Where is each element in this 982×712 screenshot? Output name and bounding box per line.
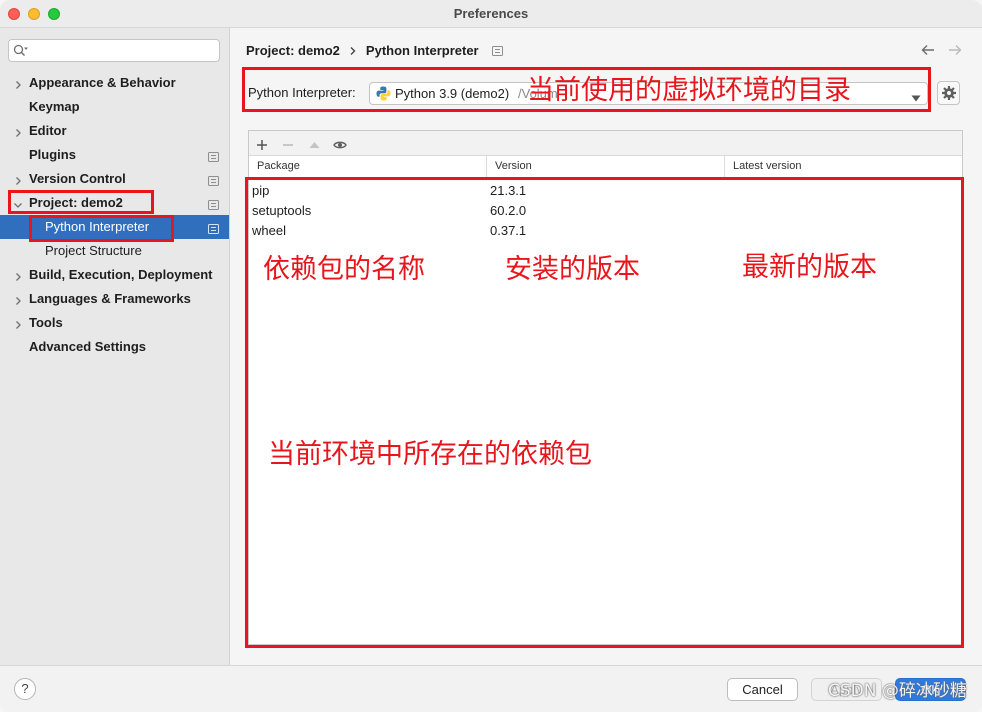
upgrade-icon[interactable] xyxy=(309,138,320,153)
cancel-button[interactable]: Cancel xyxy=(727,678,798,701)
package-name: wheel xyxy=(252,223,286,238)
sidebar-item-plugins[interactable]: Plugins xyxy=(0,143,229,167)
package-name: pip xyxy=(252,183,270,198)
sidebar-item-project[interactable]: Project: demo2 xyxy=(0,191,229,215)
interpreter-dropdown[interactable]: Python 3.9 (demo2) /Volum xyxy=(369,82,928,105)
packages-table: Package Version Latest version pip 21.3.… xyxy=(248,130,963,645)
sidebar-item-advanced-settings[interactable]: Advanced Settings xyxy=(0,335,229,359)
sidebar-item-editor[interactable]: Editor xyxy=(0,119,229,143)
sidebar-item-label: Keymap xyxy=(29,99,80,114)
settings-scope-icon xyxy=(208,174,219,186)
interpreter-selected-value: Python 3.9 (demo2) xyxy=(395,86,510,101)
interpreter-path: /Volum xyxy=(518,86,558,101)
chevron-right-icon[interactable] xyxy=(13,318,23,329)
python-icon xyxy=(376,86,391,101)
sidebar-item-label: Project: demo2 xyxy=(29,195,123,210)
search-icon[interactable] xyxy=(13,44,29,58)
sidebar-item-label: Languages & Frameworks xyxy=(29,291,191,306)
sidebar-item-label: Build, Execution, Deployment xyxy=(29,267,213,282)
maximize-window-button[interactable] xyxy=(48,8,60,20)
interpreter-settings-button[interactable] xyxy=(937,81,960,105)
column-header-latest-version[interactable]: Latest version xyxy=(725,156,962,177)
settings-scope-icon xyxy=(208,150,219,162)
forward-arrow-icon[interactable] xyxy=(948,44,962,56)
minimize-window-button[interactable] xyxy=(28,8,40,20)
sidebar-item-project-structure[interactable]: Project Structure xyxy=(0,239,229,263)
package-version: 0.37.1 xyxy=(490,223,527,238)
breadcrumb-current: Python Interpreter xyxy=(365,43,479,58)
sidebar-item-build-execution-deployment[interactable]: Build, Execution, Deployment xyxy=(0,263,229,287)
sidebar-item-label: Python Interpreter xyxy=(45,219,150,234)
settings-scope-icon xyxy=(491,46,503,56)
sidebar-item-label: Project Structure xyxy=(45,243,142,258)
chevron-right-icon[interactable] xyxy=(13,126,23,137)
settings-sidebar: Appearance & Behavior Keymap Editor Plug… xyxy=(0,28,230,665)
sidebar-item-keymap[interactable]: Keymap xyxy=(0,95,229,119)
sidebar-item-tools[interactable]: Tools xyxy=(0,311,229,335)
table-row[interactable]: pip 21.3.1 xyxy=(249,181,962,201)
breadcrumb-parent[interactable]: Project: demo2 xyxy=(246,42,340,60)
watermark: CSDN @碎冰砂糖 xyxy=(828,681,967,701)
sidebar-item-label: Appearance & Behavior xyxy=(29,75,176,90)
chevron-right-icon[interactable] xyxy=(13,270,23,281)
close-window-button[interactable] xyxy=(8,8,20,20)
settings-scope-icon xyxy=(208,198,219,210)
search-input[interactable] xyxy=(35,42,215,59)
help-button[interactable]: ? xyxy=(14,678,36,700)
package-version: 21.3.1 xyxy=(490,183,527,198)
settings-content: Project: demo2 Python Interpreter Python… xyxy=(230,28,982,665)
table-row[interactable]: wheel 0.37.1 xyxy=(249,221,962,241)
column-header-version[interactable]: Version xyxy=(487,156,725,177)
table-row[interactable]: setuptools 60.2.0 xyxy=(249,201,962,221)
package-version: 60.2.0 xyxy=(490,203,527,218)
sidebar-item-label: Advanced Settings xyxy=(29,339,147,354)
sidebar-item-label: Version Control xyxy=(29,171,126,186)
sidebar-item-languages-frameworks[interactable]: Languages & Frameworks xyxy=(0,287,229,311)
dropdown-caret-icon[interactable] xyxy=(911,90,921,102)
sidebar-item-version-control[interactable]: Version Control xyxy=(0,167,229,191)
sidebar-item-label: Editor xyxy=(29,123,67,138)
sidebar-item-label: Plugins xyxy=(29,147,76,162)
remove-icon[interactable] xyxy=(283,138,293,153)
title-bar: Preferences xyxy=(0,0,982,28)
preferences-window: Preferences Appearance & Behavior Keymap… xyxy=(0,0,982,712)
chevron-right-icon[interactable] xyxy=(13,294,23,305)
package-name: setuptools xyxy=(252,203,312,218)
settings-scope-icon xyxy=(208,222,219,234)
search-box[interactable] xyxy=(8,39,220,62)
packages-toolbar xyxy=(249,131,962,156)
add-icon[interactable] xyxy=(257,138,267,153)
eye-icon[interactable] xyxy=(333,138,347,153)
interpreter-label: Python Interpreter: xyxy=(248,85,356,100)
sidebar-item-python-interpreter[interactable]: Python Interpreter xyxy=(0,215,229,239)
breadcrumb: Project: demo2 Python Interpreter xyxy=(246,42,503,60)
breadcrumb-chevron-icon xyxy=(349,46,357,56)
chevron-down-icon[interactable] xyxy=(13,198,23,208)
chevron-right-icon[interactable] xyxy=(13,78,23,89)
chevron-right-icon[interactable] xyxy=(13,174,23,185)
back-arrow-icon[interactable] xyxy=(921,44,935,56)
sidebar-item-label: Tools xyxy=(29,315,63,330)
packages-table-header: Package Version Latest version xyxy=(249,156,962,178)
window-title: Preferences xyxy=(453,6,529,21)
column-header-package[interactable]: Package xyxy=(249,156,487,177)
sidebar-item-appearance-behavior[interactable]: Appearance & Behavior xyxy=(0,71,229,95)
